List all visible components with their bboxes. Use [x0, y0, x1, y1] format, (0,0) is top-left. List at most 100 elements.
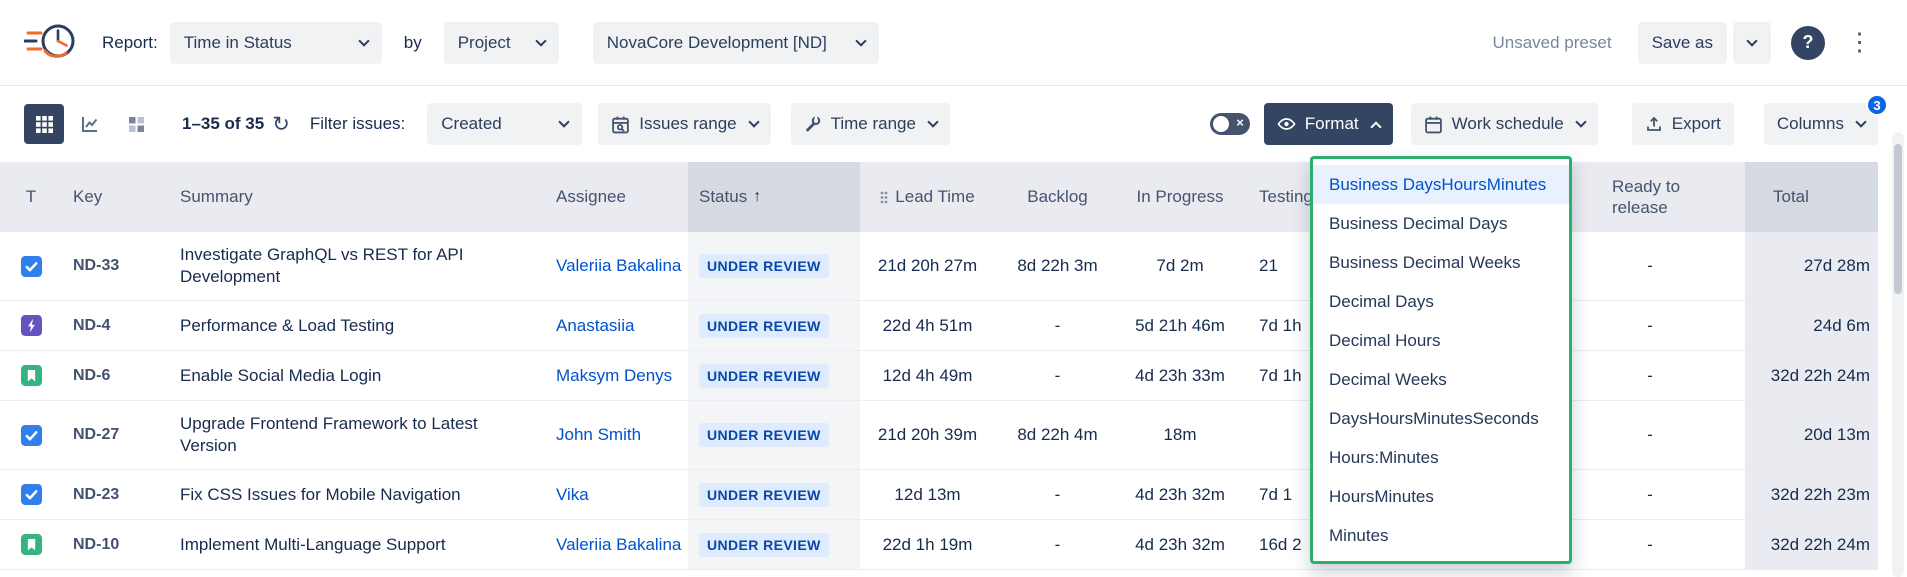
column-header-in-progress[interactable]: In Progress: [1120, 162, 1240, 232]
cell-type: [0, 232, 62, 300]
cell-total: 32d 22h 24m: [1745, 520, 1878, 569]
issues-range-button[interactable]: Issues range: [598, 103, 770, 145]
cell-type: [0, 301, 62, 350]
cell-total: 24d 6m: [1745, 301, 1878, 350]
view-table-button[interactable]: [24, 104, 64, 144]
cell-backlog: 8d 22h 4m: [995, 401, 1120, 469]
time-range-label: Time range: [831, 114, 916, 134]
toggle-knob: [1213, 116, 1229, 132]
columns-count-badge: 3: [1866, 94, 1888, 116]
group-by-select[interactable]: Project: [444, 22, 559, 64]
cell-lead-time: 12d 4h 49m: [860, 351, 995, 400]
app-root: Report: Time in Status by Project NovaCo…: [0, 0, 1907, 577]
app-logo-icon: [24, 19, 82, 67]
cell-ready-to-release: -: [1555, 520, 1745, 569]
cell-lead-time: 21d 20h 39m: [860, 401, 995, 469]
grid-icon: [36, 116, 53, 133]
status-badge: UNDER REVIEW: [699, 314, 829, 338]
project-select[interactable]: NovaCore Development [ND]: [593, 22, 879, 64]
cell-ready-to-release: -: [1555, 401, 1745, 469]
cell-lead-time: 22d 1h 19m: [860, 520, 995, 569]
ready-header-label: Ready to release: [1612, 176, 1688, 219]
work-schedule-button[interactable]: Work schedule: [1411, 103, 1598, 145]
vertical-scrollbar[interactable]: [1892, 132, 1904, 577]
filter-field-select[interactable]: Created: [427, 103, 582, 145]
toggle-switch[interactable]: ×: [1210, 113, 1250, 135]
cell-backlog: -: [995, 351, 1120, 400]
format-option[interactable]: Hours:Minutes: [1313, 438, 1569, 477]
export-icon: [1645, 115, 1663, 133]
table-row: ND-10 Implement Multi-Language Support V…: [0, 520, 1878, 570]
cell-backlog: -: [995, 520, 1120, 569]
format-option[interactable]: Business DaysHoursMinutes: [1313, 165, 1569, 204]
column-header-key[interactable]: Key: [62, 162, 170, 232]
cell-in-progress: 7d 2m: [1120, 232, 1240, 300]
column-header-status[interactable]: Status ↑: [688, 162, 860, 232]
cell-key[interactable]: ND-33: [62, 232, 170, 300]
overflow-menu-button[interactable]: ⋮: [1847, 30, 1872, 55]
report-label: Report:: [102, 33, 158, 53]
cell-key[interactable]: ND-6: [62, 351, 170, 400]
format-option[interactable]: Decimal Weeks: [1313, 360, 1569, 399]
cell-type: [0, 520, 62, 569]
chevron-down-icon: [855, 35, 866, 46]
save-as-dropdown-button[interactable]: [1733, 22, 1771, 64]
pivot-icon: [128, 116, 145, 133]
cell-assignee[interactable]: Maksym Denys: [540, 351, 688, 400]
cell-assignee[interactable]: Vika: [540, 470, 688, 519]
cell-summary: Enable Social Media Login: [170, 351, 540, 400]
cell-assignee[interactable]: Anastasiia: [540, 301, 688, 350]
cell-status: UNDER REVIEW: [688, 232, 860, 300]
cell-type: [0, 401, 62, 469]
project-value: NovaCore Development [ND]: [607, 33, 827, 53]
filter-issues-label: Filter issues:: [310, 114, 405, 134]
cell-key[interactable]: ND-4: [62, 301, 170, 350]
format-option[interactable]: Business Decimal Days: [1313, 204, 1569, 243]
column-header-summary[interactable]: Summary: [170, 162, 540, 232]
help-button[interactable]: ?: [1791, 26, 1825, 60]
format-option[interactable]: Decimal Hours: [1313, 321, 1569, 360]
column-header-ready-to-release[interactable]: Ready to release: [1555, 162, 1745, 232]
format-option[interactable]: DaysHoursMinutesSeconds: [1313, 399, 1569, 438]
format-option[interactable]: HoursMinutes: [1313, 477, 1569, 516]
toolbar: 1–35 of 35 ↻ Filter issues: Created Issu…: [0, 86, 1907, 162]
columns-button[interactable]: Columns 3: [1764, 103, 1878, 145]
cell-assignee[interactable]: Valeriia Bakalina: [540, 232, 688, 300]
chevron-up-icon: [1370, 121, 1381, 132]
cell-total: 27d 28m: [1745, 232, 1878, 300]
format-option[interactable]: Minutes: [1313, 516, 1569, 555]
export-button[interactable]: Export: [1632, 103, 1734, 145]
cell-key[interactable]: ND-10: [62, 520, 170, 569]
chevron-down-icon: [927, 116, 938, 127]
column-header-lead-time[interactable]: Lead Time: [860, 162, 995, 232]
view-pivot-button[interactable]: [116, 104, 156, 144]
cell-backlog: 8d 22h 3m: [995, 232, 1120, 300]
cell-type: [0, 470, 62, 519]
format-button[interactable]: Format: [1264, 103, 1393, 145]
cell-total: 32d 22h 24m: [1745, 351, 1878, 400]
scrollbar-thumb[interactable]: [1894, 144, 1902, 294]
cell-total: 32d 22h 23m: [1745, 470, 1878, 519]
cell-assignee[interactable]: John Smith: [540, 401, 688, 469]
column-header-backlog[interactable]: Backlog: [995, 162, 1120, 232]
format-option[interactable]: Business Decimal Weeks: [1313, 243, 1569, 282]
group-by-value: Project: [458, 33, 511, 53]
cell-key[interactable]: ND-27: [62, 401, 170, 469]
cell-key[interactable]: ND-23: [62, 470, 170, 519]
refresh-button[interactable]: ↻: [272, 114, 290, 135]
column-header-assignee[interactable]: Assignee: [540, 162, 688, 232]
report-type-value: Time in Status: [184, 33, 292, 53]
time-range-button[interactable]: Time range: [791, 103, 950, 145]
cell-backlog: -: [995, 470, 1120, 519]
cell-assignee[interactable]: Valeriia Bakalina: [540, 520, 688, 569]
status-badge: UNDER REVIEW: [699, 533, 829, 557]
cell-status: UNDER REVIEW: [688, 351, 860, 400]
view-chart-button[interactable]: [70, 104, 110, 144]
save-as-button[interactable]: Save as: [1638, 22, 1727, 64]
format-option[interactable]: Decimal Days: [1313, 282, 1569, 321]
cell-summary: Upgrade Frontend Framework to Latest Ver…: [170, 401, 540, 469]
column-header-total[interactable]: Total: [1745, 162, 1878, 232]
status-badge: UNDER REVIEW: [699, 483, 829, 507]
report-type-select[interactable]: Time in Status: [170, 22, 382, 64]
chevron-down-icon: [1746, 35, 1757, 46]
